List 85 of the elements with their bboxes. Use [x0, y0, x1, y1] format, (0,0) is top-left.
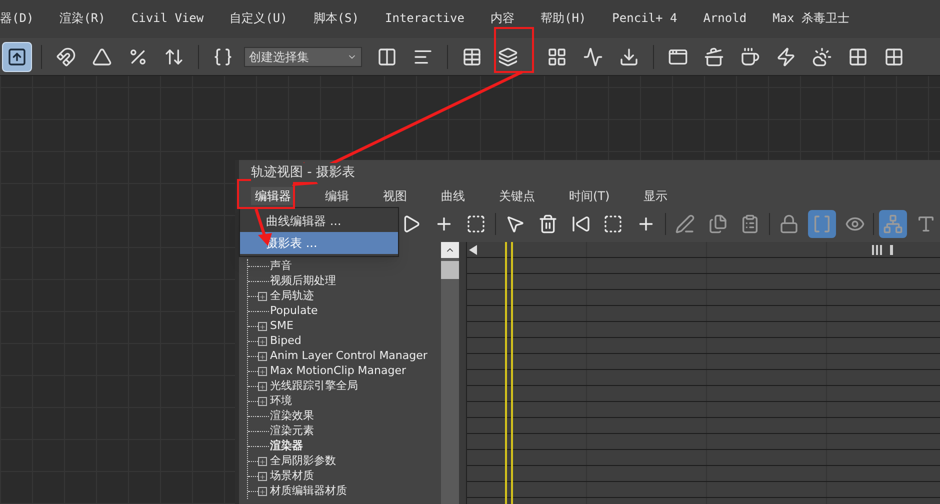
trash-icon: [538, 214, 558, 234]
tree-item[interactable]: Populate: [270, 303, 318, 320]
window-icon: [668, 46, 688, 66]
menu-item[interactable]: 显示: [640, 186, 672, 204]
tree-item[interactable]: 渲染器: [270, 438, 303, 455]
expand-icon[interactable]: [258, 457, 267, 466]
braces-icon: [213, 46, 233, 66]
download-icon: [619, 46, 639, 66]
toolbar-button[interactable]: [2, 42, 32, 72]
menu-item[interactable]: 编辑器: [251, 186, 295, 204]
tree-item[interactable]: 全局阴影参数: [270, 453, 336, 470]
skip-back-icon: [570, 214, 591, 234]
dashed-square-icon: [603, 214, 624, 234]
expand-icon[interactable]: [258, 382, 267, 391]
menu-item[interactable]: 内容: [490, 9, 514, 27]
layers-icon: [498, 46, 518, 66]
columns-icon: [377, 46, 397, 66]
lock-icon: [779, 214, 800, 234]
tree-item[interactable]: 材质编辑器材质: [270, 483, 347, 500]
files-icon: [708, 214, 728, 234]
lightning-icon: [776, 46, 796, 66]
key-marker: [890, 244, 893, 254]
tree-item[interactable]: 声音: [270, 258, 292, 275]
menu-item[interactable]: 渲染(R): [60, 9, 106, 27]
key-marker: [872, 244, 882, 254]
four-squares-icon: [848, 46, 868, 66]
window-title: 轨迹视图 - 摄影表: [251, 162, 355, 182]
triangle-icon: [92, 46, 112, 66]
scroll-thumb[interactable]: [441, 261, 459, 279]
menu-item[interactable]: Arnold: [703, 9, 747, 27]
wave-window-icon: [583, 46, 603, 66]
four-squares-icon: [884, 46, 904, 66]
menu-item[interactable]: 自定义(U): [230, 9, 288, 27]
menu-item[interactable]: Civil View: [131, 9, 204, 27]
menu-item[interactable]: Pencil+ 4: [612, 9, 678, 27]
hierarchy-icon: [883, 214, 904, 234]
percent-icon: [128, 46, 148, 66]
tree-item[interactable]: Biped: [270, 333, 302, 350]
expand-icon[interactable]: [258, 487, 267, 496]
expand-icon[interactable]: [258, 337, 267, 346]
grid-icon: [547, 46, 567, 66]
tree-item[interactable]: 场景材质: [270, 468, 314, 485]
menu-item[interactable]: 视图: [379, 186, 411, 204]
selection-set-dropdown[interactable]: 创建选择集: [244, 46, 362, 66]
left-triangle-icon[interactable]: [469, 244, 477, 254]
tree-item[interactable]: 视频后期处理: [270, 273, 336, 290]
cloud-icon: [812, 46, 832, 66]
tree-item[interactable]: 渲染效果: [270, 408, 314, 425]
table-icon: [462, 46, 482, 66]
menu-item[interactable]: 帮助(H): [540, 9, 586, 27]
annotation-box: [494, 27, 534, 73]
dropdown-item[interactable]: 曲线编辑器 ...: [240, 210, 398, 232]
tree-item[interactable]: 光线跟踪引擎全局: [270, 378, 358, 395]
menu-item[interactable]: 器(D): [0, 9, 34, 27]
brackets-icon: [812, 214, 832, 234]
expand-icon[interactable]: [258, 292, 267, 301]
expand-icon[interactable]: [258, 397, 267, 406]
menu-item[interactable]: 关键点: [495, 186, 539, 204]
cursor-icon: [505, 214, 526, 234]
menu-item[interactable]: 编辑: [321, 186, 353, 204]
pot-icon: [704, 46, 724, 66]
tree-item[interactable]: Max MotionClip Manager: [270, 363, 406, 380]
expand-icon[interactable]: [258, 472, 267, 481]
expand-icon[interactable]: [258, 322, 267, 331]
annotation-box: [237, 179, 295, 209]
tree-item[interactable]: SME: [270, 318, 294, 335]
tree-item[interactable]: 全局轨迹: [270, 288, 314, 305]
up-down-arrows-icon: [164, 46, 184, 66]
magnet-icon: [56, 46, 76, 66]
arrow-up-square-icon: [7, 46, 27, 66]
tree-item[interactable]: Anim Layer Control Manager: [270, 348, 428, 365]
dashed-square-icon: [466, 214, 486, 234]
menu-item[interactable]: 脚本(S): [313, 9, 359, 27]
menu-item[interactable]: Interactive: [385, 9, 464, 27]
menu-item[interactable]: 曲线: [437, 186, 469, 204]
pen-icon: [674, 214, 695, 234]
menu-item[interactable]: Max 杀毒卫士: [772, 9, 850, 27]
expand-icon[interactable]: [258, 352, 267, 361]
tree-item[interactable]: 渲染元素: [270, 423, 314, 440]
t-icon: [916, 214, 936, 234]
menu-item[interactable]: 时间(T): [565, 186, 614, 204]
tree-item[interactable]: 环境: [270, 393, 292, 410]
cup-icon: [740, 46, 760, 66]
expand-icon[interactable]: [258, 367, 267, 376]
clipboard-icon: [740, 214, 760, 234]
